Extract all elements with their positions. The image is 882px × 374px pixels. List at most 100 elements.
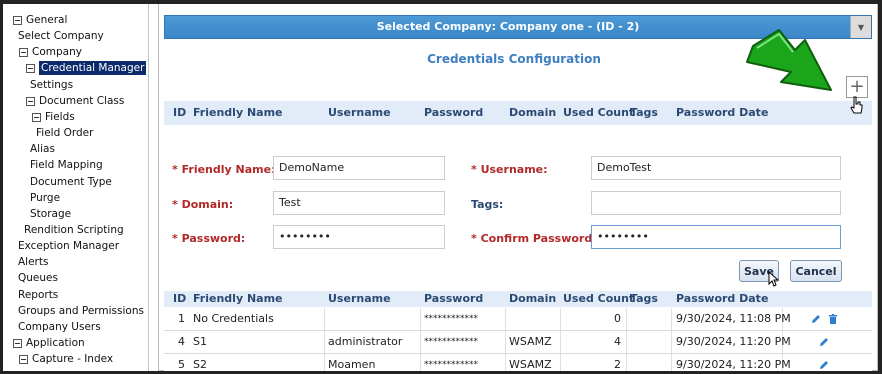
table-row[interactable]: 4 S1 administrator ************ WSAMZ 4 … <box>164 331 872 354</box>
cell-divider <box>560 331 561 353</box>
tags-label: Tags: <box>471 198 504 211</box>
column-header-id[interactable]: ID <box>173 291 186 307</box>
cell-domain: WSAMZ <box>509 335 552 348</box>
cell-divider <box>626 308 627 330</box>
tree-item-groups-and-permissions[interactable]: Groups and Permissions <box>18 304 144 318</box>
cell-username: Moamen <box>328 358 376 371</box>
cell-password-date: 9/30/2024, 11:08 PM <box>676 312 791 325</box>
tree-item-label: Credential Manager <box>39 61 147 75</box>
column-header-domain[interactable]: Domain <box>509 101 556 125</box>
collapse-icon[interactable] <box>19 47 28 57</box>
tree-item-credential-manager[interactable]: Credential Manager <box>26 61 147 75</box>
tree-item-application[interactable]: Application <box>13 336 85 350</box>
password-input[interactable]: •••••••• <box>273 225 445 249</box>
tree-item-exception-manager[interactable]: Exception Manager <box>18 239 119 253</box>
column-header-tags[interactable]: Tags <box>630 291 658 307</box>
cell-divider <box>671 308 672 330</box>
cell-divider <box>671 354 672 371</box>
add-credential-button[interactable]: + <box>846 76 868 98</box>
tree-item-label: Alerts <box>18 256 49 268</box>
hand-cursor-icon <box>850 96 863 114</box>
column-header-domain[interactable]: Domain <box>509 291 556 307</box>
column-header-password[interactable]: Password <box>424 101 483 125</box>
cell-divider <box>420 354 421 371</box>
tree-item-rendition-scripting[interactable]: Rendition Scripting <box>24 223 124 237</box>
tree-item-label: Company Users <box>18 321 101 333</box>
pointer-cursor-icon <box>768 271 780 287</box>
tree-item-select-company[interactable]: Select Company <box>18 29 104 43</box>
tree-item-settings[interactable]: Settings <box>30 78 73 92</box>
tree-item-alias[interactable]: Alias <box>30 142 55 156</box>
tree-item-label: Company <box>32 46 82 58</box>
cell-divider <box>505 331 506 353</box>
cell-divider <box>505 308 506 330</box>
tree-item-document-type[interactable]: Document Type <box>30 175 112 189</box>
collapse-icon[interactable] <box>13 338 22 348</box>
pencil-icon[interactable] <box>818 336 830 348</box>
table-row[interactable]: 1 No Credentials ************ 0 9/30/202… <box>164 308 872 331</box>
column-header-used-count[interactable]: Used Count <box>563 291 634 307</box>
collapse-icon[interactable] <box>32 112 41 122</box>
collapse-icon[interactable] <box>26 96 35 106</box>
column-header-password-date[interactable]: Password Date <box>676 101 768 125</box>
table-row[interactable]: 5 S2 Moamen ************ WSAMZ 2 9/30/20… <box>164 354 872 371</box>
application-window: General Select Company Company Credentia… <box>3 4 878 371</box>
column-header-id[interactable]: ID <box>173 101 186 125</box>
column-header-friendly-name[interactable]: Friendly Name <box>193 101 283 125</box>
cell-password: ************ <box>424 360 478 370</box>
tree-item-label: Queues <box>18 272 58 284</box>
cancel-button[interactable]: Cancel <box>790 260 842 282</box>
cell-divider <box>505 354 506 371</box>
cell-divider <box>324 331 325 353</box>
tree-item-label: Rendition Scripting <box>24 224 124 236</box>
tree-item-label: General <box>26 14 68 26</box>
column-header-tags[interactable]: Tags <box>630 101 658 125</box>
cell-divider <box>560 308 561 330</box>
tree-item-alerts[interactable]: Alerts <box>18 255 48 269</box>
column-header-friendly-name[interactable]: Friendly Name <box>193 291 283 307</box>
tree-item-company-users[interactable]: Company Users <box>18 320 101 334</box>
tree-item-fields[interactable]: Fields <box>32 110 75 124</box>
pencil-icon[interactable] <box>810 313 822 325</box>
tree-item-label: Fields <box>45 111 75 123</box>
collapse-icon[interactable] <box>19 354 28 364</box>
cell-password: ************ <box>424 314 478 324</box>
navigation-sidebar: General Select Company Company Credentia… <box>3 4 149 371</box>
trash-icon[interactable] <box>827 313 839 325</box>
tree-item-purge[interactable]: Purge <box>30 191 60 205</box>
plus-icon: + <box>849 76 865 97</box>
column-header-used-count[interactable]: Used Count <box>563 101 634 125</box>
tree-item-storage[interactable]: Storage <box>30 207 71 221</box>
tags-input[interactable] <box>591 191 841 215</box>
tree-item-capture-index[interactable]: Capture - Index <box>19 352 113 366</box>
tree-item-label: Exception Manager <box>18 240 120 252</box>
tree-item-document-class[interactable]: Document Class <box>26 94 124 108</box>
tree-item-label: Application <box>26 337 85 349</box>
collapse-icon[interactable] <box>26 63 35 73</box>
confirm-password-input[interactable]: •••••••• <box>591 225 841 249</box>
tree-item-field-mapping[interactable]: Field Mapping <box>30 158 103 172</box>
tree-item-general[interactable]: General <box>13 13 67 27</box>
cell-divider <box>420 308 421 330</box>
pencil-icon[interactable] <box>818 359 830 371</box>
cell-password-date: 9/30/2024, 11:20 PM <box>676 358 791 371</box>
tree-item-queues[interactable]: Queues <box>18 271 58 285</box>
domain-input[interactable]: Test <box>273 191 445 215</box>
column-header-username[interactable]: Username <box>328 101 391 125</box>
friendly-name-input[interactable]: DemoName <box>273 156 445 180</box>
tree-item-label: Reports <box>18 289 59 301</box>
cell-friendly-name: S1 <box>193 335 207 348</box>
tree-item-field-order[interactable]: Field Order <box>36 126 93 140</box>
username-input[interactable]: DemoTest <box>591 156 841 180</box>
column-header-username[interactable]: Username <box>328 291 391 307</box>
tree-item-company[interactable]: Company <box>19 45 82 59</box>
collapse-icon[interactable] <box>13 15 22 25</box>
cell-divider <box>420 331 421 353</box>
chevron-down-icon[interactable]: ▼ <box>850 16 871 38</box>
tree-item-label: Settings <box>30 79 74 91</box>
friendly-name-label: * Friendly Name: <box>172 163 276 176</box>
column-header-password-date[interactable]: Password Date <box>676 291 768 307</box>
tree-item-reports[interactable]: Reports <box>18 288 58 302</box>
column-header-password[interactable]: Password <box>424 291 483 307</box>
cell-username: administrator <box>328 335 403 348</box>
